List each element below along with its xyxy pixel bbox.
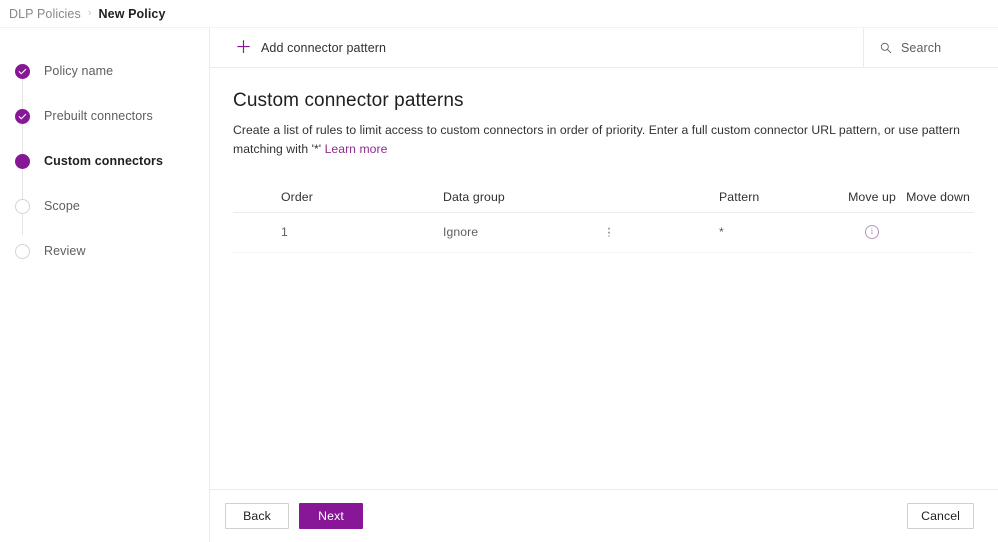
sidebar-step-custom-connectors[interactable]: Custom connectors [0,148,209,174]
step-pending-circle-icon [15,198,30,214]
search-icon [880,42,892,54]
cancel-button[interactable]: Cancel [907,503,974,529]
step-pending-circle-icon [15,243,30,259]
breadcrumb: DLP Policies › New Policy [0,0,998,28]
sidebar-step-label: Custom connectors [44,154,164,168]
info-icon[interactable]: i [865,225,879,240]
step-current-dot-icon [15,153,30,169]
back-button[interactable]: Back [225,503,289,529]
next-button[interactable]: Next [299,503,363,529]
table-column-header-order: Order [281,190,313,205]
sidebar-step-prebuilt-connectors[interactable]: Prebuilt connectors [0,103,209,129]
content-area: Custom connector patterns Create a list … [210,68,998,489]
sidebar-step-review[interactable]: Review [0,238,209,264]
row-overflow-menu-icon[interactable] [602,227,616,237]
breadcrumb-separator-icon: › [87,7,92,19]
breadcrumb-current-new-policy: New Policy [98,6,166,21]
table-column-header-move-up: Move up [848,190,896,205]
breadcrumb-link-dlp-policies[interactable]: DLP Policies [9,7,81,21]
wizard-sidebar: Policy name Prebuilt connectors Custom c… [0,28,210,542]
command-bar-actions: ＋ Add connector pattern [210,28,863,67]
page-description: Create a list of rules to limit access t… [233,121,974,159]
table-header-row: Order Data group Pattern Move up Move do… [233,183,974,213]
cell-data-group: Ignore [315,225,610,240]
sidebar-step-label: Prebuilt connectors [44,109,153,123]
cell-data-group-value: Ignore [443,225,479,240]
cell-order: 1 [281,225,288,240]
table-row[interactable]: 1 Ignore * i [233,213,974,253]
step-complete-check-icon [15,108,30,124]
sidebar-step-label: Policy name [44,64,114,78]
table-column-header-pattern: Pattern [719,190,760,205]
plus-icon: ＋ [235,38,252,57]
search-placeholder: Search [901,40,942,55]
sidebar-step-scope[interactable]: Scope [0,193,209,219]
learn-more-link[interactable]: Learn more [325,142,388,156]
page-body: Policy name Prebuilt connectors Custom c… [0,28,998,542]
sidebar-step-policy-name[interactable]: Policy name [0,58,209,84]
table-column-header-move-down: Move down [906,190,970,205]
wizard-footer: Back Next Cancel [210,489,998,542]
main-panel: ＋ Add connector pattern Search Custom co… [210,28,998,542]
sidebar-step-label: Review [44,244,86,258]
step-complete-check-icon [15,63,30,79]
table-column-header-data-group: Data group [443,190,505,205]
page-title: Custom connector patterns [233,90,464,111]
add-connector-pattern-label: Add connector pattern [261,40,387,55]
add-connector-pattern-button[interactable]: ＋ Add connector pattern [235,28,398,67]
connector-patterns-table: Order Data group Pattern Move up Move do… [233,183,974,253]
sidebar-step-label: Scope [44,199,80,213]
search-input[interactable]: Search [863,28,998,67]
cell-move-up[interactable]: i [842,225,902,240]
command-bar: ＋ Add connector pattern Search [210,28,998,68]
cell-pattern: * [719,225,724,240]
